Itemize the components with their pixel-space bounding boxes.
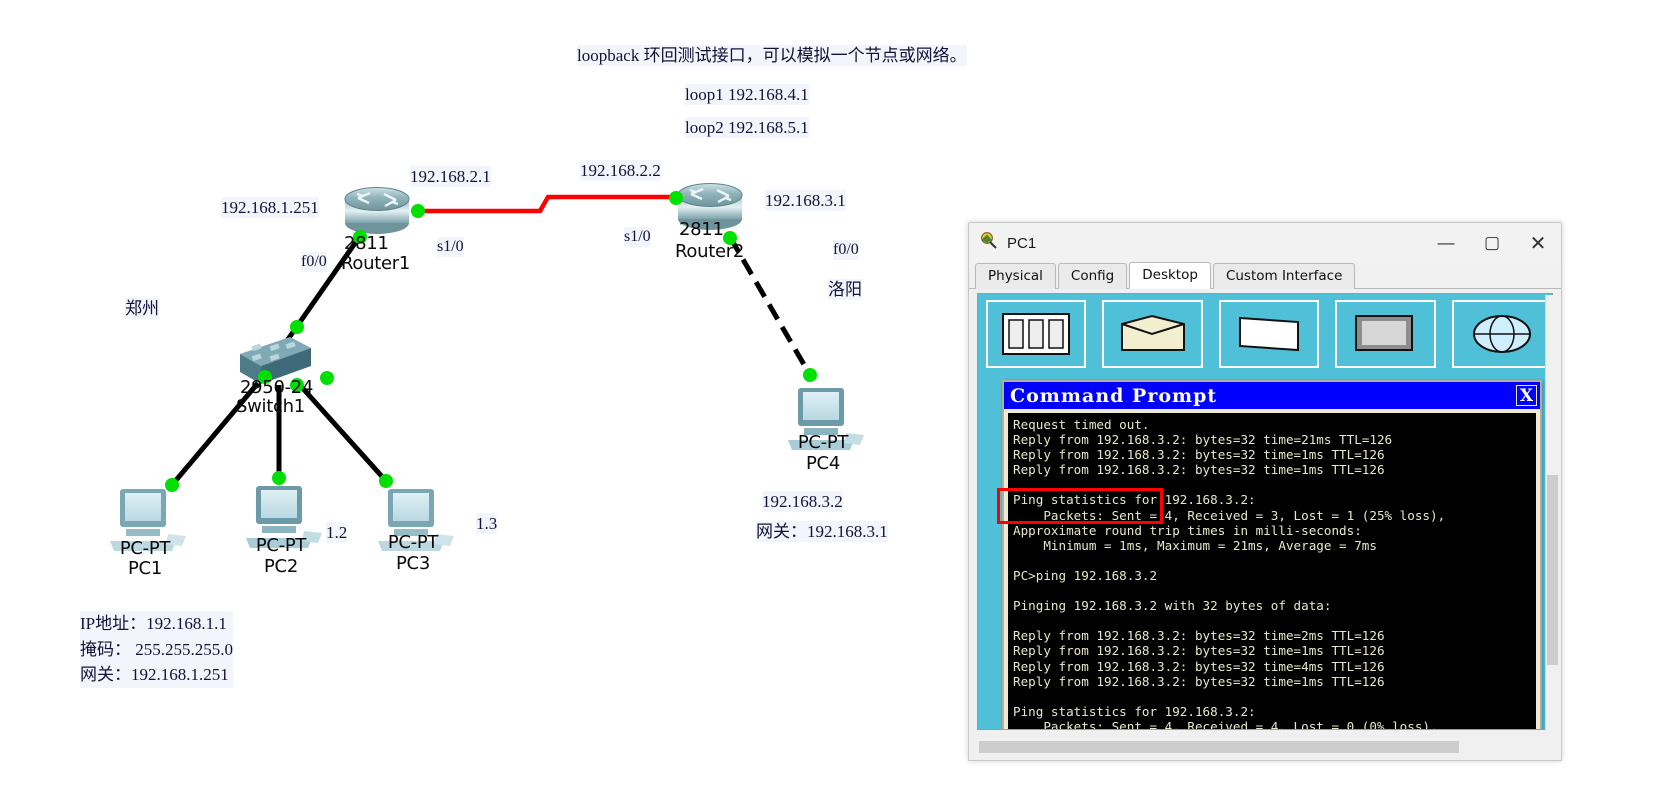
desktop-panel[interactable]: Command Prompt X Request timed out. Repl… bbox=[977, 293, 1553, 730]
router1-model-label: 2811 bbox=[344, 233, 389, 254]
desktop-horizontal-scrollbar[interactable] bbox=[977, 740, 1539, 754]
pc4-name-label: PC4 bbox=[806, 453, 840, 474]
pc3-ip-label: 1.3 bbox=[476, 513, 498, 535]
device-tabs[interactable]: Physical Config Desktop Custom Interface bbox=[969, 262, 1561, 289]
window-title: PC1 bbox=[1007, 234, 1037, 252]
tab-config[interactable]: Config bbox=[1057, 263, 1128, 289]
pc2-name-label: PC2 bbox=[264, 556, 298, 577]
pc2-type-label: PC-PT bbox=[255, 535, 307, 556]
tab-physical[interactable]: Physical bbox=[975, 263, 1056, 289]
port-led-pc3 bbox=[379, 474, 393, 488]
pc1-name-label: PC1 bbox=[128, 558, 162, 579]
dial-up-icon[interactable] bbox=[1102, 300, 1203, 368]
router2-name-label: Router2 bbox=[675, 241, 745, 262]
router1-fast-port-label: f0/0 bbox=[301, 252, 327, 272]
router1-wan-ip: 192.168.2.1 bbox=[410, 166, 491, 188]
loopback-note: loopback 环回测试接口，可以模拟一个节点或网络。 bbox=[577, 45, 967, 67]
vertical-scroll-thumb[interactable] bbox=[1547, 475, 1558, 665]
switch-model-label: 2950-24 bbox=[240, 377, 314, 398]
link-router1-router2-serial bbox=[418, 194, 676, 214]
pc3-name-label: PC3 bbox=[396, 553, 430, 574]
port-led-pc2 bbox=[272, 471, 286, 485]
port-led-pc4 bbox=[803, 368, 817, 382]
switch-name-label: Switch1 bbox=[236, 396, 305, 417]
pc4-type-label: PC-PT bbox=[797, 432, 849, 453]
router1-name-label: Router1 bbox=[341, 253, 411, 274]
minimize-button[interactable]: — bbox=[1423, 223, 1469, 263]
close-button[interactable]: ✕ bbox=[1515, 223, 1561, 263]
router2-fast-port-label: f0/0 bbox=[833, 240, 859, 260]
port-led-pc1 bbox=[165, 478, 179, 492]
web-browser-icon[interactable] bbox=[1451, 300, 1552, 368]
router1-serial-port-label: s1/0 bbox=[437, 237, 464, 257]
router2-model-label: 2811 bbox=[679, 219, 724, 240]
pc4-ip-label: 192.168.3.2 bbox=[762, 491, 843, 513]
pc1-device-window[interactable]: PC1 — ▢ ✕ Physical Config Desktop Custom… bbox=[968, 222, 1562, 761]
pc3-type-label: PC-PT bbox=[387, 532, 439, 553]
port-led-r2-s10 bbox=[669, 191, 683, 205]
command-prompt-title: Command Prompt bbox=[1010, 384, 1218, 407]
pc4-gateway-label: 网关：192.168.3.1 bbox=[756, 521, 888, 543]
city-label-right: 洛阳 bbox=[828, 279, 862, 301]
packet-tracer-icon bbox=[979, 231, 999, 256]
terminal-output[interactable]: Request timed out. Reply from 192.168.3.… bbox=[1008, 413, 1536, 729]
command-prompt-titlebar[interactable]: Command Prompt X bbox=[1004, 382, 1540, 409]
pc1-ip-config-note: IP地址：192.168.1.1 掩码： 255.255.255.0 网关：19… bbox=[80, 611, 233, 688]
pc1-type-label: PC-PT bbox=[119, 538, 171, 559]
loop1-label: loop1 192.168.4.1 bbox=[685, 84, 809, 106]
router1-icon[interactable] bbox=[344, 187, 410, 235]
pc2-ip-label: 1.2 bbox=[326, 522, 348, 544]
command-prompt-close-icon[interactable]: X bbox=[1516, 385, 1537, 406]
city-label-left: 郑州 bbox=[125, 298, 159, 320]
terminal-icon[interactable] bbox=[1218, 300, 1320, 368]
desktop-vertical-scrollbar[interactable] bbox=[1545, 295, 1559, 730]
router2-serial-port-label: s1/0 bbox=[624, 227, 651, 247]
ip-configuration-icon[interactable] bbox=[986, 300, 1087, 368]
command-prompt-icon[interactable] bbox=[1335, 300, 1436, 368]
maximize-button[interactable]: ▢ bbox=[1469, 223, 1515, 263]
router1-lan-ip: 192.168.1.251 bbox=[221, 197, 319, 219]
port-led-sw-pc3 bbox=[320, 371, 334, 385]
window-controls[interactable]: — ▢ ✕ bbox=[1423, 223, 1561, 263]
horizontal-scroll-thumb[interactable] bbox=[979, 741, 1459, 753]
router2-wan-ip: 192.168.2.2 bbox=[580, 160, 661, 182]
window-titlebar[interactable]: PC1 — ▢ ✕ bbox=[969, 223, 1561, 263]
port-led-sw-uplink bbox=[290, 320, 304, 334]
loop2-label: loop2 192.168.5.1 bbox=[685, 117, 809, 139]
tab-custom-interface[interactable]: Custom Interface bbox=[1212, 263, 1356, 289]
router2-lan-ip: 192.168.3.1 bbox=[765, 190, 846, 212]
command-prompt-window[interactable]: Command Prompt X Request timed out. Repl… bbox=[1002, 380, 1542, 729]
port-led-r1-s10 bbox=[411, 204, 425, 218]
tab-desktop[interactable]: Desktop bbox=[1129, 262, 1211, 289]
desktop-icon-row[interactable] bbox=[986, 300, 1552, 370]
